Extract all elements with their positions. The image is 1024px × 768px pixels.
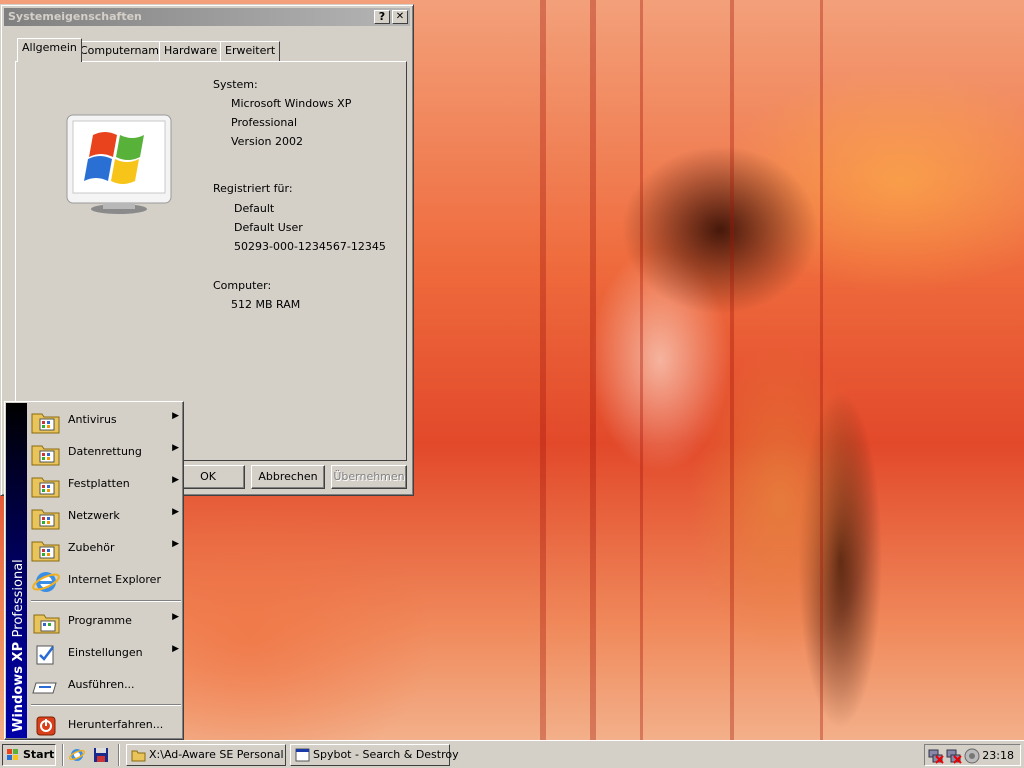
computer-label: Computer: (213, 279, 272, 292)
start-button[interactable]: Start (2, 744, 56, 766)
menu-item-label: Einstellungen (68, 646, 143, 659)
menu-separator (31, 704, 181, 706)
start-menu: Windows XP Professional Antivirus ▶ Date… (4, 401, 184, 740)
shutdown-icon (36, 716, 56, 736)
sidebar-edition: Professional (11, 559, 26, 638)
menu-item-datenrettung[interactable]: Datenrettung ▶ (29, 437, 183, 467)
menu-item-programme[interactable]: Programme ▶ (29, 606, 183, 636)
system-tray: 23:18 (924, 744, 1021, 766)
windows-logo-monitor-icon (66, 114, 172, 214)
help-button[interactable]: ? (374, 10, 390, 24)
submenu-arrow-icon: ▶ (172, 612, 179, 622)
program-folder-icon (31, 413, 60, 434)
os-edition: Professional (231, 116, 298, 129)
taskbar-divider (118, 744, 120, 766)
application-window-icon (295, 748, 310, 762)
menu-item-label: Ausführen... (68, 678, 135, 691)
folder-icon (131, 750, 146, 762)
start-menu-sidebar: Windows XP Professional (6, 403, 27, 738)
task-label: X:\Ad-Aware SE Personal (149, 748, 284, 761)
apply-button[interactable]: Übernehmen (331, 465, 407, 489)
os-name: Microsoft Windows XP (231, 97, 352, 110)
internet-explorer-icon[interactable] (69, 747, 85, 763)
run-icon (32, 682, 57, 694)
ram-info: 512 MB RAM (231, 298, 301, 311)
menu-item-ausfuehren[interactable]: Ausführen... (29, 670, 183, 700)
sidebar-brand: Windows XP (11, 641, 26, 732)
menu-item-festplatten[interactable]: Festplatten ▶ (29, 469, 183, 499)
clock[interactable]: 23:18 (982, 749, 1014, 762)
registered-user: Default User (234, 221, 303, 234)
program-folder-icon (31, 445, 60, 466)
submenu-arrow-icon: ▶ (172, 507, 179, 517)
tab-allgemein[interactable]: Allgemein (17, 38, 82, 62)
window-title: Systemeigenschaften (8, 10, 142, 23)
menu-item-internet-explorer[interactable]: Internet Explorer (29, 565, 183, 595)
menu-item-zubehoer[interactable]: Zubehör ▶ (29, 533, 183, 563)
submenu-arrow-icon: ▶ (172, 443, 179, 453)
network-disconnected-icon[interactable] (928, 748, 944, 764)
internet-explorer-icon (32, 572, 60, 592)
start-label: Start (23, 748, 55, 761)
os-version: Version 2002 (231, 135, 303, 148)
submenu-arrow-icon: ▶ (172, 539, 179, 549)
close-button[interactable]: ✕ (392, 10, 408, 24)
menu-item-label: Antivirus (68, 413, 117, 426)
menu-item-herunterfahren[interactable]: Herunterfahren... (29, 710, 183, 740)
product-id: 50293-000-1234567-12345 (234, 240, 386, 253)
menu-item-label: Zubehör (68, 541, 115, 554)
tab-computername[interactable]: Computername (75, 41, 171, 61)
menu-item-label: Herunterfahren... (68, 718, 164, 731)
menu-item-label: Programme (68, 614, 132, 627)
task-label: Spybot - Search & Destroy (313, 748, 459, 761)
programs-icon (33, 614, 60, 634)
network-disconnected-icon[interactable] (946, 748, 962, 764)
menu-item-label: Festplatten (68, 477, 130, 490)
registered-org: Default (234, 202, 275, 215)
cancel-button[interactable]: Abbrechen (251, 465, 325, 489)
task-spybot[interactable]: Spybot - Search & Destroy (290, 744, 459, 766)
task-ad-aware[interactable]: X:\Ad-Aware SE Personal (126, 744, 286, 766)
program-folder-icon (31, 477, 60, 498)
system-label: System: (213, 78, 258, 91)
window-titlebar[interactable]: Systemeigenschaften ? ✕ (4, 8, 410, 26)
menu-item-antivirus[interactable]: Antivirus ▶ (29, 405, 183, 435)
submenu-arrow-icon: ▶ (172, 644, 179, 654)
submenu-arrow-icon: ▶ (172, 475, 179, 485)
windows-flag-icon (7, 749, 18, 760)
menu-item-label: Datenrettung (68, 445, 142, 458)
menu-item-label: Internet Explorer (68, 573, 161, 586)
speaker-icon[interactable] (964, 748, 980, 764)
registered-label: Registriert für: (213, 182, 293, 195)
tab-hardware[interactable]: Hardware (159, 41, 223, 61)
save-disk-icon[interactable] (93, 747, 109, 763)
tab-erweitert[interactable]: Erweitert (220, 41, 281, 61)
menu-separator (31, 600, 181, 602)
settings-icon (36, 645, 54, 665)
program-folder-icon (31, 541, 60, 562)
menu-item-netzwerk[interactable]: Netzwerk ▶ (29, 501, 183, 531)
taskbar: Start X:\Ad-Aware SE Personal Spybot - S… (0, 740, 1024, 768)
menu-item-label: Netzwerk (68, 509, 120, 522)
taskbar-divider (62, 744, 64, 766)
submenu-arrow-icon: ▶ (172, 411, 179, 421)
menu-item-einstellungen[interactable]: Einstellungen ▶ (29, 638, 183, 668)
program-folder-icon (31, 509, 60, 530)
